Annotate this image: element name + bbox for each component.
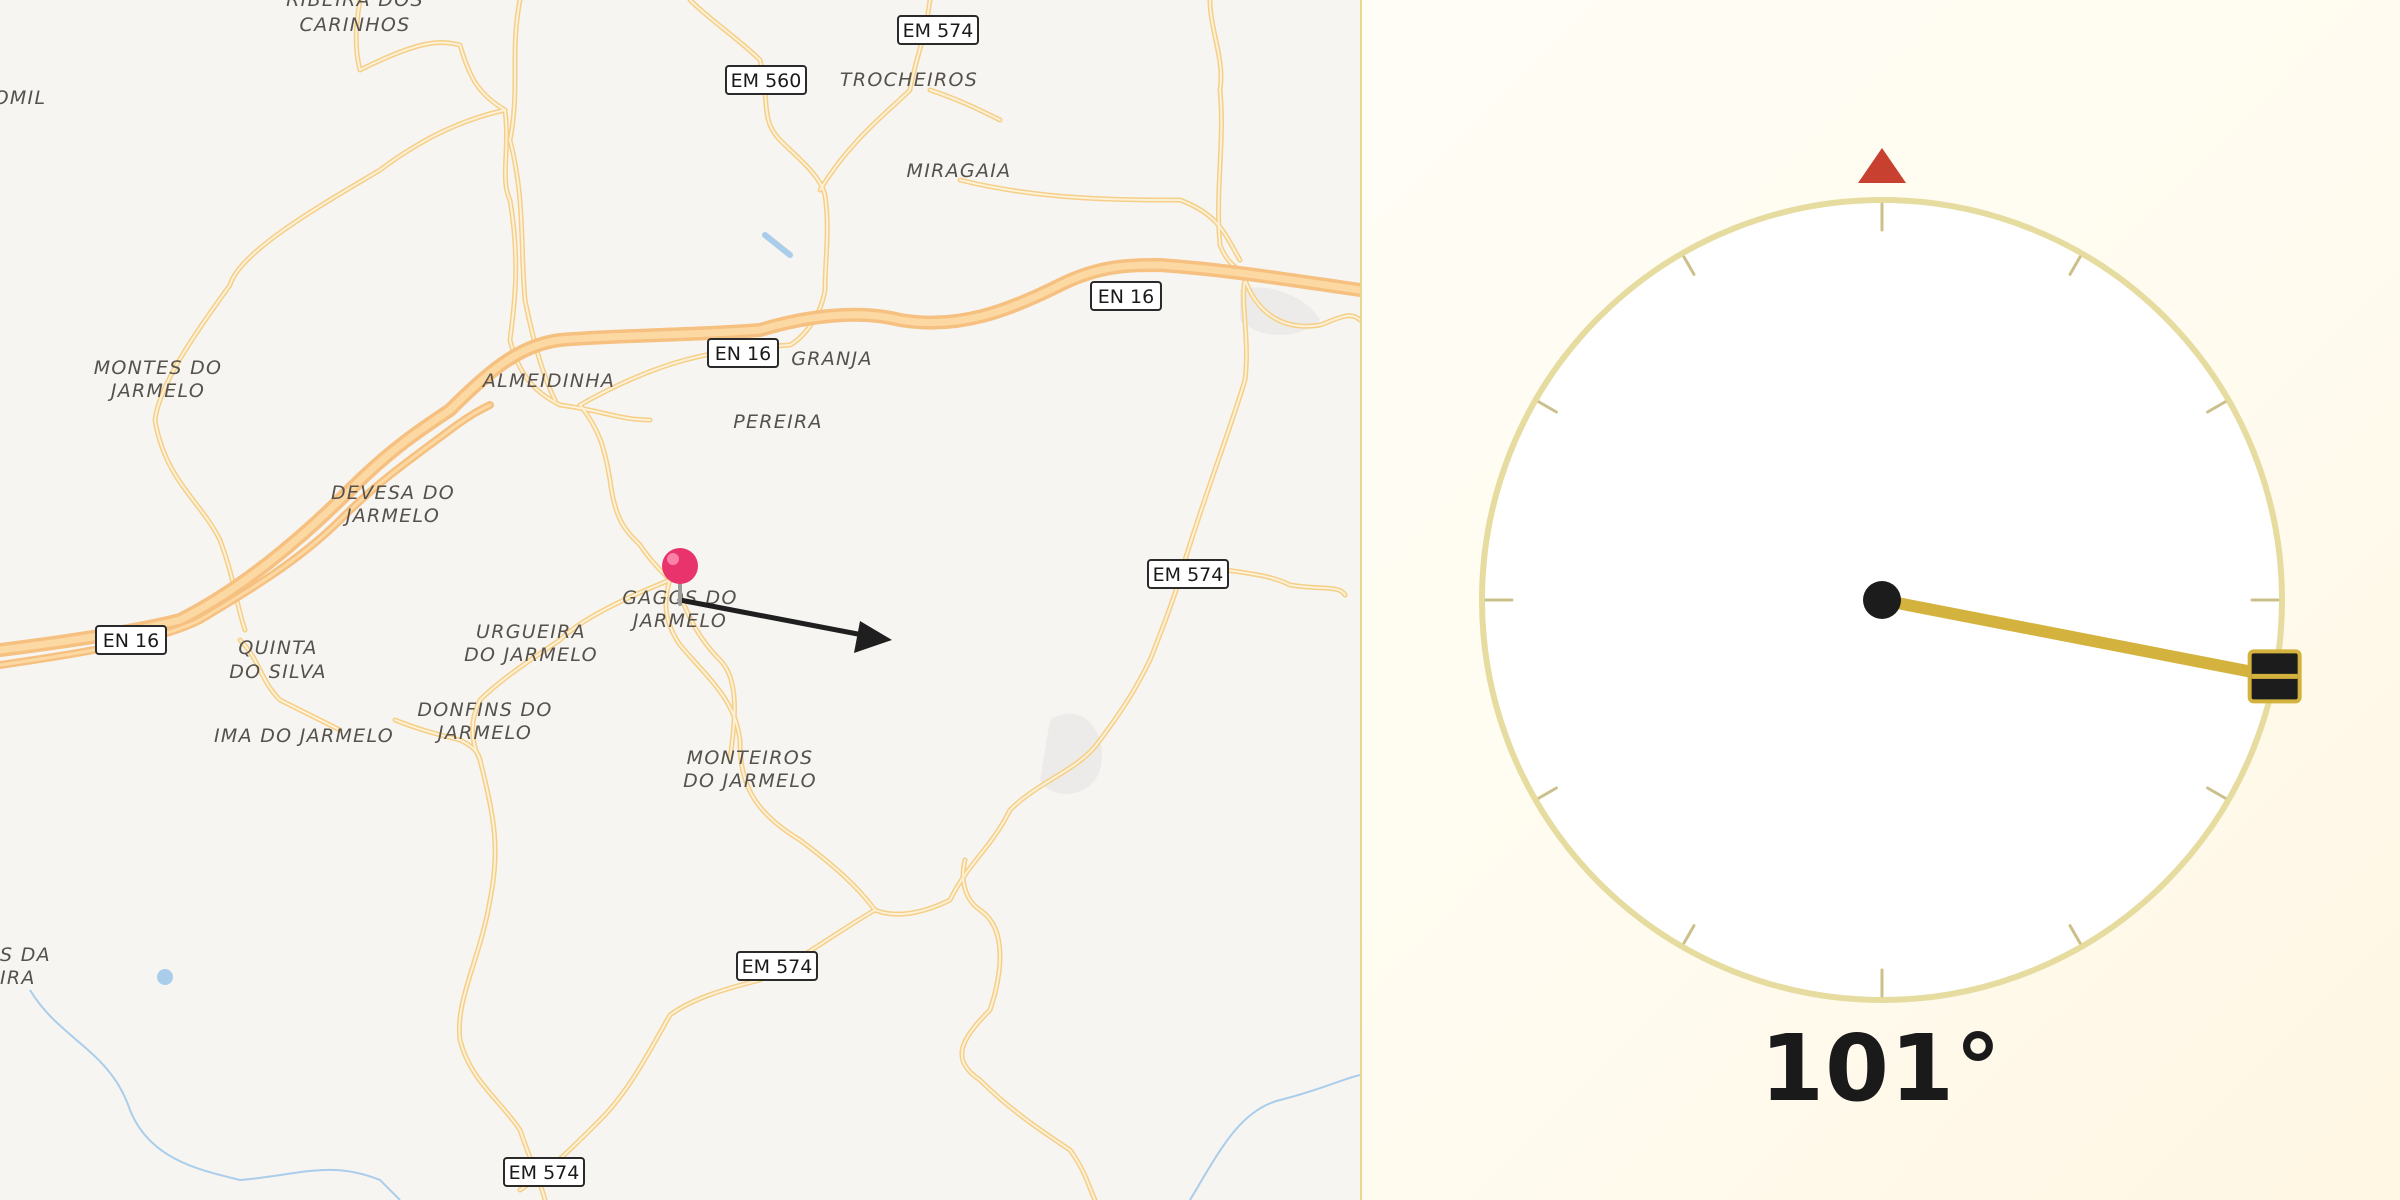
place-label-urgueira-do-jarmelo: DO JARMELO (464, 644, 598, 666)
place-label-ribeira-dos-carinhos: CARINHOS (300, 14, 411, 36)
place-label-trocheiros: TROCHEIROS (840, 69, 978, 91)
place-label-quinta-do-silva: DO SILVA (229, 661, 327, 683)
shield-em574-north: EM 574 (897, 15, 979, 45)
pond-shape (157, 969, 173, 985)
place-label-ribeira-dos-carinhos: RIBEIRA DOS (286, 0, 424, 11)
shield-en16-west: EN 16 (95, 625, 167, 655)
place-label-granja: GRANJA (791, 348, 873, 370)
place-label-partial-southwest: IRA (0, 967, 36, 989)
compass-center-hub (1863, 581, 1901, 619)
svg-text:EM 574: EM 574 (903, 20, 974, 42)
place-label-almeidinha: ALMEIDINHA (481, 370, 615, 392)
pin-highlight (667, 553, 679, 565)
svg-text:EM 574: EM 574 (742, 956, 813, 978)
shield-em574-east: EM 574 (1147, 559, 1229, 589)
map-view[interactable]: RIBEIRA DOS CARINHOS DOMIL TROCHEIROS MI… (0, 0, 1360, 1200)
place-label-urgueira-do-jarmelo: URGUEIRA (476, 621, 586, 643)
place-label-montes-do-jarmelo: MONTES DO (94, 357, 223, 379)
minor-roads-fill (155, 0, 1360, 1200)
place-label-donfins-do-jarmelo: JARMELO (434, 722, 532, 744)
heading-readout: 101° (1759, 1015, 2003, 1122)
water-layer (29, 989, 1360, 1200)
place-label-devesa-do-jarmelo: JARMELO (342, 505, 440, 527)
svg-text:EN 16: EN 16 (715, 343, 771, 365)
place-label-domil: DOMIL (0, 87, 46, 109)
svg-text:EN 16: EN 16 (103, 630, 159, 652)
place-label-donfins-do-jarmelo: DONFINS DO (417, 699, 552, 721)
urban-areas (1040, 287, 1320, 794)
compass-panel: 101° (1362, 0, 2400, 1200)
place-label-miragaia: MIRAGAIA (907, 160, 1012, 182)
place-label-quinta-do-silva: QUINTA (238, 637, 317, 659)
svg-text:EM 574: EM 574 (509, 1162, 580, 1184)
map-compass-app: RIBEIRA DOS CARINHOS DOMIL TROCHEIROS MI… (0, 0, 2400, 1200)
svg-text:EM 574: EM 574 (1153, 564, 1224, 586)
minor-roads-casing (152, 0, 1360, 1200)
place-label-gagos-do-jarmelo: JARMELO (629, 610, 727, 632)
map-canvas[interactable]: RIBEIRA DOS CARINHOS DOMIL TROCHEIROS MI… (0, 0, 1360, 1200)
place-label-pereira: PEREIRA (733, 411, 823, 433)
shield-en16-east: EN 16 (1090, 281, 1162, 311)
shield-em574-bottom: EM 574 (503, 1157, 585, 1187)
place-label-monteiros-do-jarmelo: DO JARMELO (683, 770, 817, 792)
shield-en16-center: EN 16 (707, 338, 779, 368)
heading-arrow-head (854, 621, 892, 653)
place-label-devesa-do-jarmelo: DEVESA DO (331, 482, 455, 504)
reservoir-shape (762, 232, 793, 258)
place-label-monteiros-do-jarmelo: MONTEIROS (687, 747, 814, 769)
pin-head (662, 548, 698, 584)
north-marker-icon (1858, 148, 1906, 183)
place-label-partial-southwest: S DA (0, 944, 51, 966)
place-label-ima-do-jarmelo: IMA DO JARMELO (214, 725, 394, 747)
needle-handle[interactable] (2247, 649, 2302, 704)
svg-text:EN 16: EN 16 (1098, 286, 1154, 308)
svg-text:EM 560: EM 560 (731, 70, 802, 92)
place-label-montes-do-jarmelo: JARMELO (107, 380, 205, 402)
shield-em574-south: EM 574 (736, 951, 818, 981)
shield-em560: EM 560 (725, 65, 807, 95)
